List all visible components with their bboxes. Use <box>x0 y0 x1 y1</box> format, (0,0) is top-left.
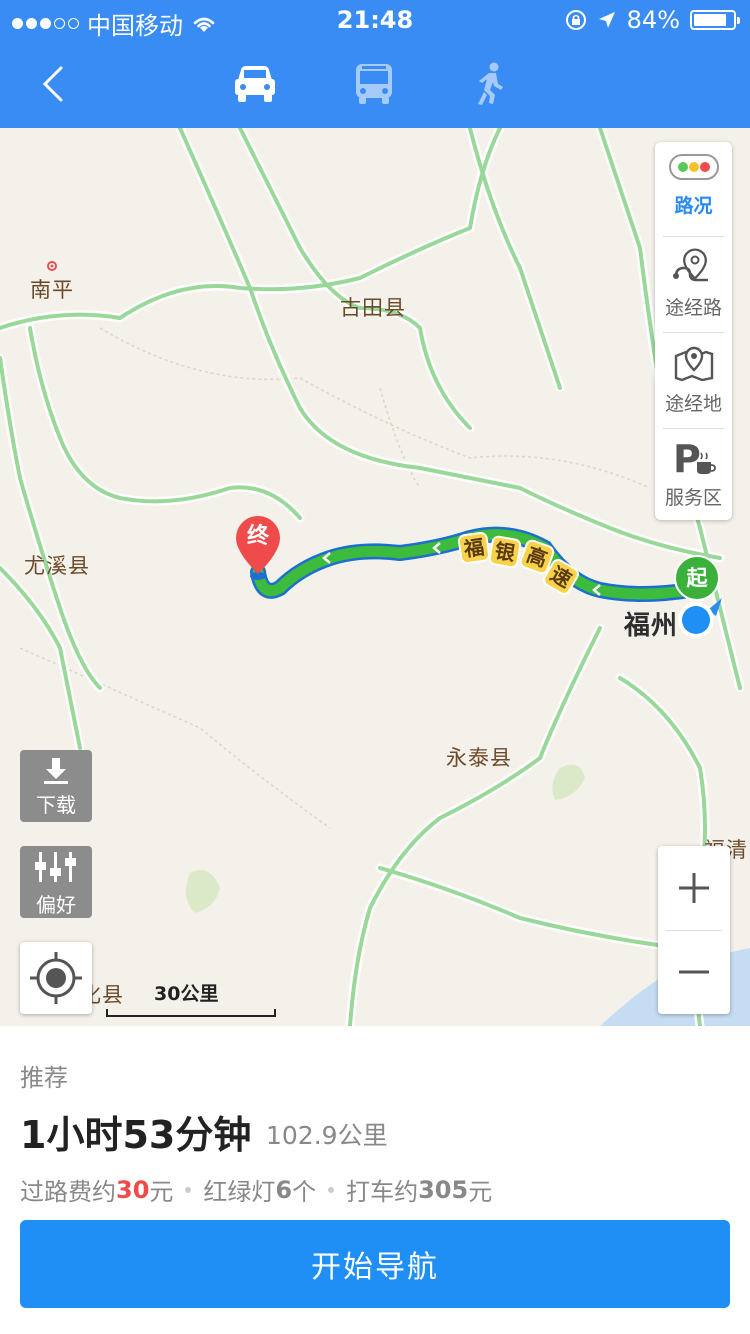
traffic-label: 路况 <box>674 195 713 217</box>
download-label: 下载 <box>36 793 76 817</box>
taxi-unit: 元 <box>468 1178 493 1206</box>
start-marker[interactable]: 起 <box>674 555 720 601</box>
place-fuzhou: 福州 <box>624 611 679 641</box>
plus-icon <box>679 873 709 903</box>
service-area-label: 服务区 <box>664 487 722 509</box>
preference-label: 偏好 <box>36 893 76 917</box>
mode-car-button[interactable] <box>229 58 281 110</box>
status-bar: 中国移动 21:48 84% <box>0 0 750 40</box>
preference-button[interactable]: 偏好 <box>20 846 92 918</box>
via-route-label: 途经路 <box>664 297 722 319</box>
via-place-button[interactable]: 途经地 <box>655 336 732 428</box>
traffic-light-icon <box>668 154 719 180</box>
zoom-controls <box>658 846 730 1014</box>
car-icon <box>235 66 275 102</box>
zoom-out-button[interactable] <box>658 930 730 1014</box>
highway-label-char: 福 <box>461 535 485 562</box>
place-gutian: 古田县 <box>340 296 406 320</box>
map-tools-panel: 路况 途经路 途经地 P 服务区 <box>655 142 732 520</box>
separator-dot <box>328 1186 335 1193</box>
toll-unit: 元 <box>149 1178 174 1206</box>
walking-icon <box>478 62 503 105</box>
via-route-icon <box>672 248 708 282</box>
lights-count: 6 <box>275 1175 293 1204</box>
zoom-in-button[interactable] <box>658 846 730 930</box>
parking-coffee-icon: P <box>673 437 716 481</box>
end-marker-label: 终 <box>247 523 270 549</box>
download-button[interactable]: 下载 <box>20 750 92 822</box>
current-location-icon <box>678 598 722 638</box>
crosshair-icon <box>30 952 82 1004</box>
place-nanping: 南平 <box>30 278 74 302</box>
via-place-icon <box>674 346 713 382</box>
taxi-prefix: 打车约 <box>346 1178 419 1206</box>
map-view[interactable]: 福 银 高 速 终 起 南平 古田县 尤溪县 永泰县 福州 化县 路况 途经路 … <box>0 128 750 1026</box>
rotation-lock-icon <box>565 10 586 30</box>
toll-prefix: 过路费约 <box>20 1178 116 1206</box>
start-marker-label: 起 <box>686 566 709 590</box>
end-marker[interactable]: 终 <box>236 516 280 580</box>
chevron-left-icon <box>42 66 63 102</box>
download-icon <box>44 758 68 784</box>
route-distance: 102.9公里 <box>266 1121 388 1150</box>
minus-icon <box>679 970 709 974</box>
service-area-button[interactable]: P 服务区 <box>655 432 732 518</box>
place-yongtai: 永泰县 <box>446 746 512 770</box>
taxi-amount: 305 <box>418 1175 469 1204</box>
location-arrow-icon <box>598 12 615 28</box>
back-button[interactable] <box>28 58 80 110</box>
start-navigation-button[interactable]: 开始导航 <box>20 1220 730 1308</box>
highway-label: 福 银 高 速 <box>457 531 579 595</box>
recommend-label: 推荐 <box>20 1064 68 1092</box>
scale-label: 30公里 <box>154 983 219 1005</box>
toll-amount: 30 <box>116 1175 150 1204</box>
route-details: 过路费约 30 元 红绿灯 6 个 打车约 305 元 <box>20 1172 492 1207</box>
sliders-icon <box>35 852 76 882</box>
traffic-toggle[interactable]: 路况 <box>655 150 732 230</box>
via-place-label: 途经地 <box>664 393 722 415</box>
route-duration: 1小时53分钟 <box>20 1113 252 1157</box>
lights-unit: 个 <box>292 1178 317 1206</box>
via-route-button[interactable]: 途经路 <box>655 240 732 328</box>
separator-dot <box>185 1186 192 1193</box>
lights-prefix: 红绿灯 <box>203 1178 276 1206</box>
battery-icon <box>690 10 740 30</box>
route-summary-panel: 推荐 1小时53分钟 102.9公里 过路费约 30 元 红绿灯 6 个 打车约 305 元… <box>0 1026 750 1334</box>
battery-percent: 84% <box>626 6 680 34</box>
scale-bar <box>106 1009 276 1017</box>
locate-me-button[interactable] <box>20 942 92 1014</box>
route-mode-bar <box>0 40 750 128</box>
svg-text:P: P <box>673 438 701 478</box>
bus-icon <box>356 64 392 104</box>
map-roads: 福 银 高 速 终 起 <box>0 128 750 1026</box>
place-youxi: 尤溪县 <box>24 554 90 578</box>
mode-bus-button[interactable] <box>348 58 400 110</box>
mode-walk-button[interactable] <box>465 58 517 110</box>
